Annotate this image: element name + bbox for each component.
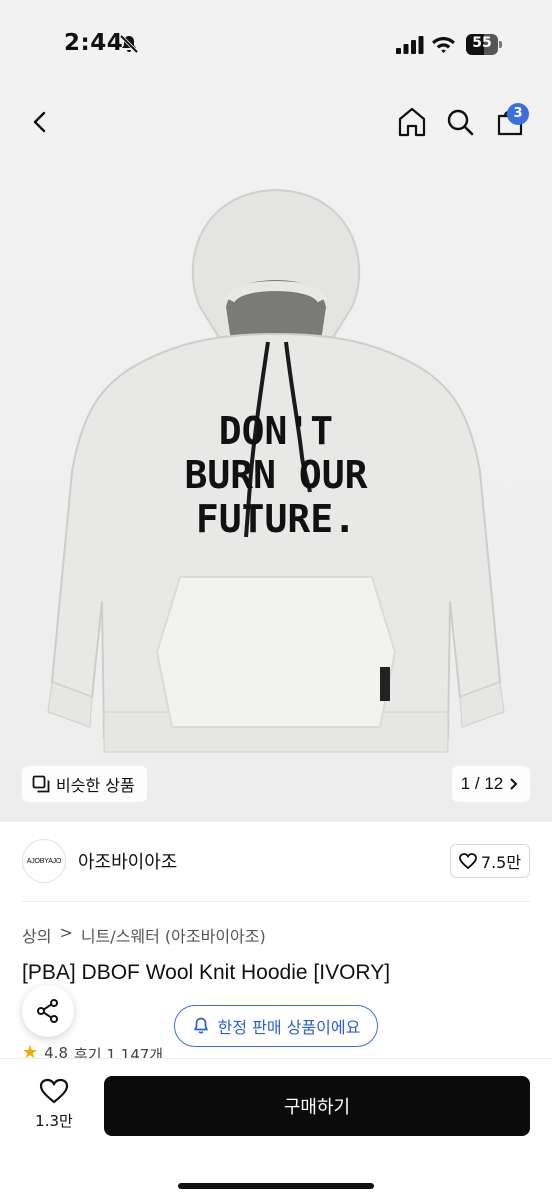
print-line-2: BURN OUR [184, 453, 367, 497]
battery-icon: 55 [466, 34, 502, 55]
bell-off-icon [119, 34, 139, 54]
back-button[interactable] [20, 102, 60, 142]
print-line-3: FUTURE. [196, 497, 356, 541]
similar-products-button[interactable]: 비슷한 상품 [22, 766, 147, 802]
back-icon [33, 111, 46, 133]
image-page-indicator[interactable]: 1 / 12 [452, 766, 530, 802]
divider [22, 901, 530, 902]
similar-icon [32, 775, 50, 793]
status-bar: 2:44 55 [0, 0, 552, 92]
store-name[interactable]: 아조바이아조 [78, 848, 177, 874]
store-like-count: 7.5만 [480, 853, 522, 872]
buy-button[interactable]: 구매하기 [104, 1076, 530, 1136]
print-line-1: DON'T [219, 409, 333, 453]
share-icon [37, 999, 58, 1023]
breadcrumb-item-top[interactable]: 상의 [22, 923, 51, 947]
hoodie-image[interactable]: DON'T BURN OUR FUTURE. [30, 182, 522, 774]
buy-button-label: 구매하기 [283, 1097, 351, 1118]
home-button[interactable] [392, 102, 432, 142]
share-button[interactable] [22, 985, 74, 1037]
home-icon [398, 107, 426, 137]
limited-sale-badge[interactable]: 한정 판매 상품이에요 [174, 1005, 378, 1047]
bell-icon [193, 1017, 208, 1034]
store-avatar-text: AJOBYAJO [26, 857, 62, 865]
search-button[interactable] [440, 102, 480, 142]
search-icon [447, 109, 474, 136]
battery-level: 55 [472, 35, 492, 51]
breadcrumb-item-category[interactable]: 니트/스웨터 (아조바이아조) [81, 923, 266, 947]
wifi-icon [432, 37, 455, 53]
heart-icon [459, 853, 477, 869]
signal-icon [396, 36, 424, 54]
wishlist-count: 1.3만 [35, 1112, 73, 1130]
product-title: [PBA] DBOF Wool Knit Hoodie [IVORY] [22, 961, 391, 984]
wishlist-button[interactable]: 1.3만 [22, 1078, 86, 1138]
store-avatar[interactable]: AJOBYAJO [22, 839, 66, 883]
chevron-right-icon [510, 778, 518, 790]
page-indicator-text: 1 / 12 [460, 774, 504, 793]
breadcrumb: 상의 > 니트/스웨터 (아조바이아조) [22, 923, 266, 947]
breadcrumb-separator-icon: > [59, 923, 73, 942]
heart-icon [39, 1078, 69, 1104]
limited-sale-label: 한정 판매 상품이에요 [217, 1018, 361, 1037]
home-indicator [178, 1183, 374, 1189]
similar-products-label: 비슷한 상품 [56, 776, 135, 795]
cart-count-badge: 3 [507, 103, 529, 125]
store-like-button[interactable]: 7.5만 [450, 844, 530, 878]
status-time: 2:44 [64, 30, 124, 56]
